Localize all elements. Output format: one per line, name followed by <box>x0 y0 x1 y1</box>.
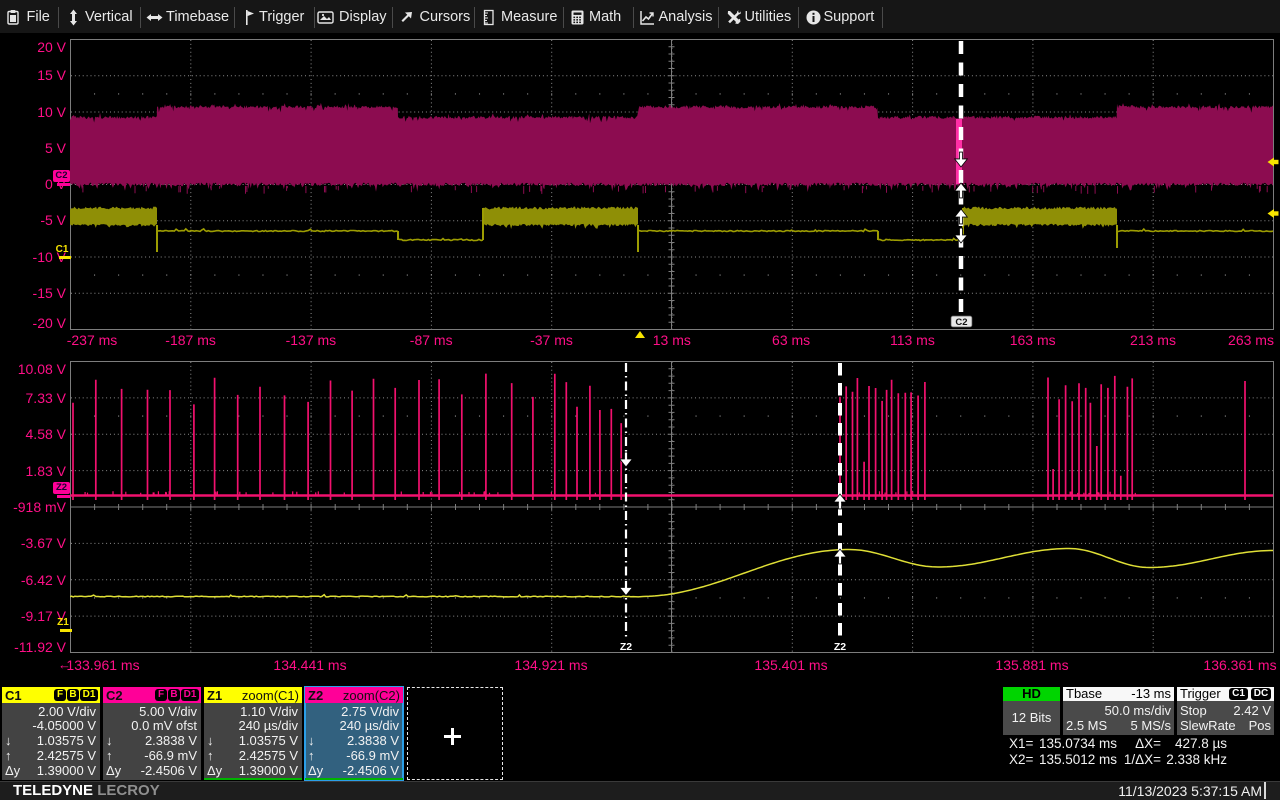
svg-text:Z2: Z2 <box>834 641 846 653</box>
svg-text:Z2: Z2 <box>620 641 632 653</box>
svg-text:C2: C2 <box>955 317 967 328</box>
